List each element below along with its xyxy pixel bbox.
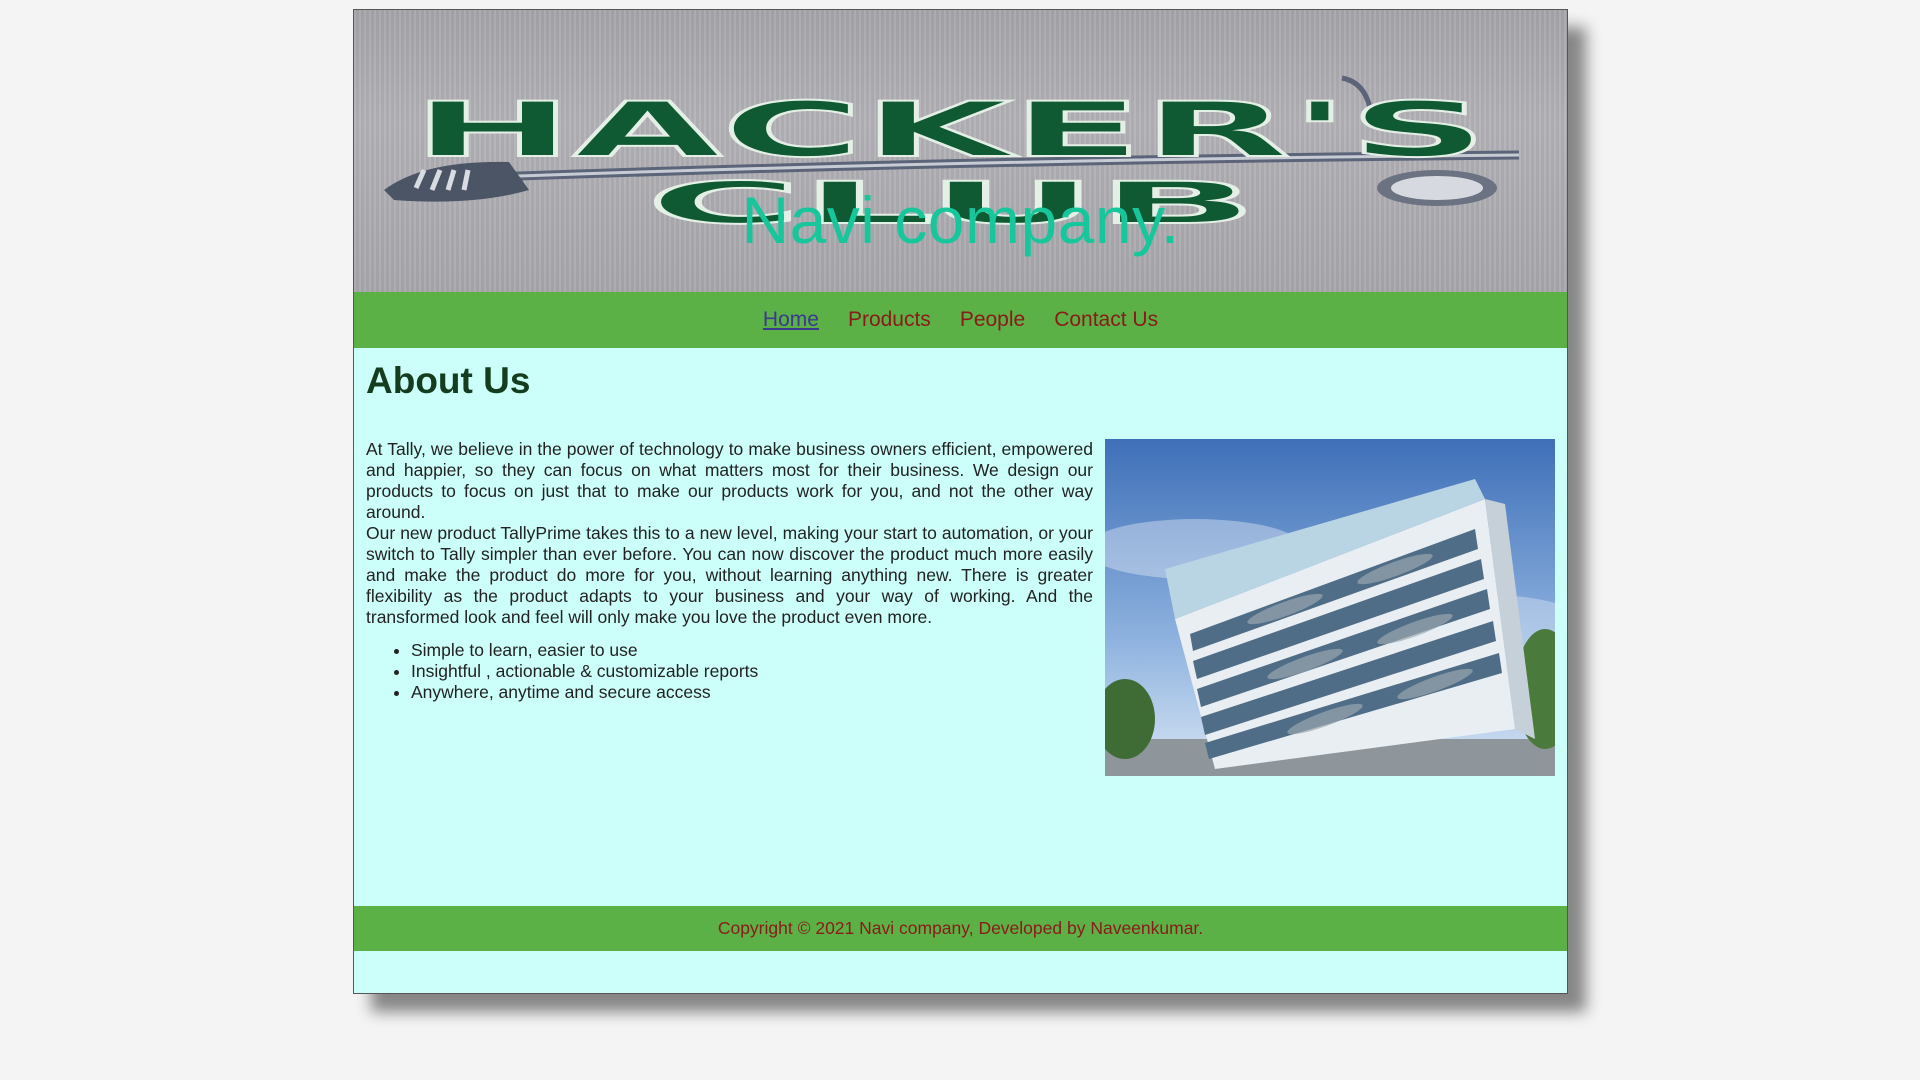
main-content: About Us At Tally, we believe in the pow… — [354, 348, 1567, 951]
footer: Copyright © 2021 Navi company, Developed… — [354, 906, 1567, 951]
company-name: Navi company. — [741, 183, 1180, 257]
nav-link-contact-us[interactable]: Contact Us — [1054, 308, 1158, 332]
feature-item: Simple to learn, easier to use — [411, 640, 1093, 661]
feature-list: Simple to learn, easier to use Insightfu… — [366, 640, 1093, 703]
main-nav: Home Products People Contact Us — [354, 292, 1567, 348]
copyright-text: Copyright © 2021 Navi company, Developed… — [717, 918, 1204, 938]
about-paragraph-1: At Tally, we believe in the power of tec… — [366, 439, 1093, 522]
feature-item: Anywhere, anytime and secure access — [411, 682, 1093, 703]
about-paragraph-2: Our new product TallyPrime takes this to… — [366, 523, 1093, 627]
page-container: HACKER'S CLUB Navi company. Home Product… — [353, 9, 1568, 994]
building-image — [1105, 439, 1555, 776]
nav-link-home[interactable]: Home — [763, 308, 819, 332]
header-banner: HACKER'S CLUB Navi company. — [354, 10, 1567, 292]
about-text: At Tally, we believe in the power of tec… — [366, 439, 1093, 703]
page-heading: About Us — [366, 360, 531, 401]
nav-link-people[interactable]: People — [960, 308, 1025, 332]
logo-line1: HACKER'S — [413, 85, 1488, 174]
nav-link-products[interactable]: Products — [848, 308, 931, 332]
feature-item: Insightful , actionable & customizable r… — [411, 661, 1093, 682]
